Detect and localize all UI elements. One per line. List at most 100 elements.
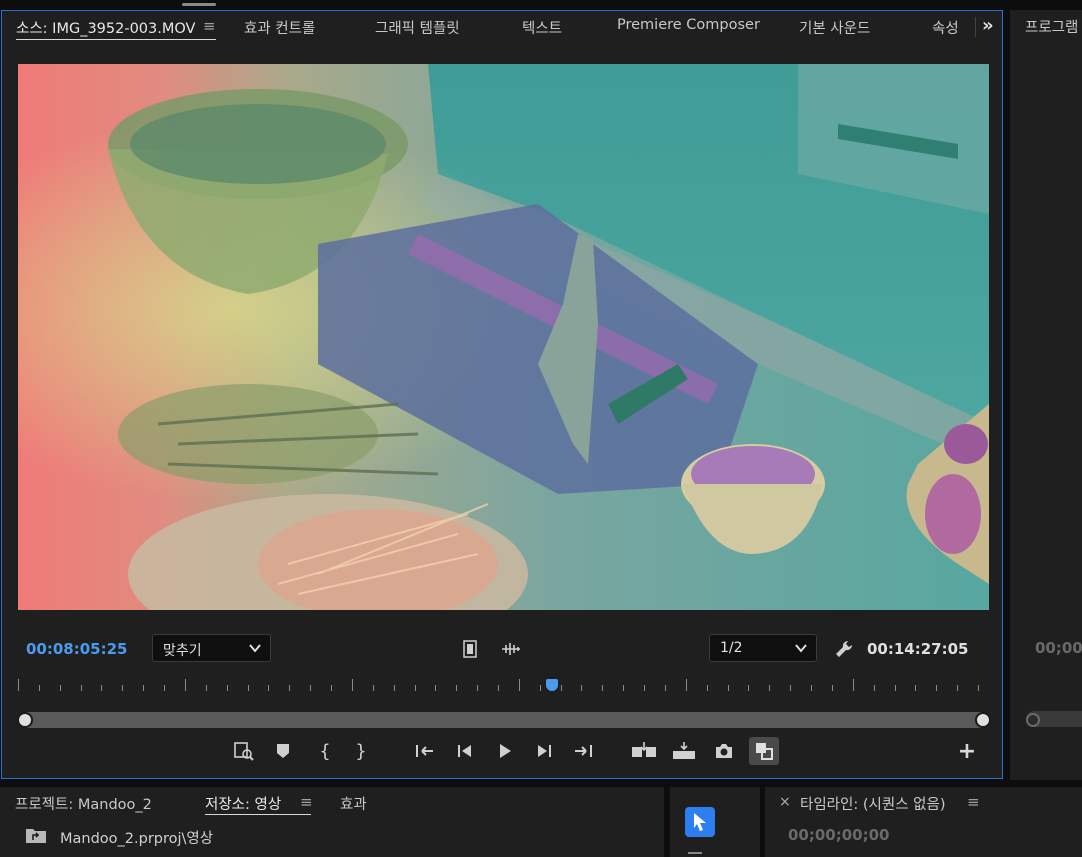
close-icon[interactable]: × <box>779 794 791 810</box>
add-marker-icon[interactable] <box>275 742 291 760</box>
step-forward-icon[interactable] <box>535 742 553 760</box>
tab-premiere-composer[interactable]: Premiere Composer <box>617 17 760 33</box>
ruler-tick <box>602 685 604 691</box>
insert-icon[interactable] <box>631 741 657 761</box>
zoom-scroll-bar[interactable] <box>18 712 988 728</box>
ruler-tick <box>664 685 666 691</box>
ruler-tick <box>164 685 166 691</box>
tool-indicator <box>688 852 702 854</box>
ruler-tick <box>143 685 145 691</box>
source-monitor-panel: 소스: IMG_3952-003.MOV ≡ 효과 컨트롤 그래픽 템플릿 텍스… <box>1 10 1003 779</box>
ruler-tick <box>59 685 61 691</box>
ruler-tick <box>372 685 374 691</box>
ruler-tick <box>101 685 103 691</box>
tab-effects[interactable]: 효과 <box>340 793 367 814</box>
mark-out-icon[interactable]: } <box>354 741 368 762</box>
zoom-select-value: 맞추기 <box>163 643 202 659</box>
ruler-tick <box>456 685 458 691</box>
zoom-handle-left[interactable] <box>17 712 33 728</box>
tab-properties[interactable]: 속성 <box>932 17 959 38</box>
ruler-tick <box>122 685 124 691</box>
button-editor-icon[interactable]: + <box>957 739 977 764</box>
video-frame-image <box>18 64 989 610</box>
ruler-tick <box>226 685 228 691</box>
playhead-marker[interactable] <box>545 679 558 691</box>
program-zoom-handle-left[interactable] <box>1026 713 1040 727</box>
panel-menu-icon[interactable]: ≡ <box>967 793 980 811</box>
tools-panel <box>670 787 760 857</box>
tab-project[interactable]: 프로젝트: Mandoo_2 <box>15 793 152 814</box>
ruler-tick <box>769 685 771 691</box>
resolution-select[interactable]: 1/2 <box>709 634 817 662</box>
audio-waveform-icon[interactable] <box>501 642 521 656</box>
tab-timeline[interactable]: 타임라인: (시퀀스 없음) <box>800 793 945 814</box>
panel-menu-icon[interactable]: ≡ <box>300 793 313 811</box>
current-timecode[interactable]: 00:08:05:25 <box>26 640 128 658</box>
ruler-tick <box>289 685 291 691</box>
ruler-tick <box>331 685 333 691</box>
panel-menu-icon[interactable]: ≡ <box>203 17 216 35</box>
duration-timecode: 00:14:27:05 <box>867 640 969 658</box>
program-timecode[interactable]: 00;00 <box>1035 639 1082 657</box>
overwrite-icon[interactable] <box>671 741 697 761</box>
panel-drag-handle[interactable] <box>182 3 216 6</box>
ruler-tick <box>477 685 479 691</box>
source-video-frame[interactable] <box>18 64 989 610</box>
tab-graphic-templates[interactable]: 그래픽 템플릿 <box>375 17 460 38</box>
ruler-tick <box>498 685 499 691</box>
ruler-tick <box>205 685 207 691</box>
ruler-tick <box>38 685 40 691</box>
ruler-tick <box>80 685 82 691</box>
tab-source[interactable]: 소스: IMG_3952-003.MOV <box>16 17 195 38</box>
tab-program[interactable]: 프로그램 <box>1025 16 1078 37</box>
ruler-tick <box>873 685 875 691</box>
ruler-tick <box>310 685 312 691</box>
double-chevron-right-icon[interactable]: » <box>982 15 994 36</box>
film-strip-icon[interactable] <box>462 640 478 658</box>
ruler-tick <box>560 685 562 691</box>
ruler-tick <box>685 679 687 691</box>
go-to-in-icon[interactable] <box>413 742 435 760</box>
timeline-panel: × 타임라인: (시퀀스 없음) ≡ 00;00;00;00 <box>765 787 1082 857</box>
zoom-handle-right[interactable] <box>975 712 991 728</box>
ruler-tick <box>393 685 395 691</box>
ruler-tick <box>414 685 416 691</box>
bin-path: Mandoo_2.prproj\영상 <box>60 831 214 847</box>
program-monitor-panel: 프로그램 00;00 <box>1010 10 1082 780</box>
ruler-tick <box>748 685 750 691</box>
time-ruler[interactable] <box>18 679 979 697</box>
go-to-out-icon[interactable] <box>573 742 595 760</box>
tab-effect-controls[interactable]: 효과 컨트롤 <box>244 17 315 38</box>
active-tab-underline <box>16 39 216 40</box>
tab-essential-sound[interactable]: 기본 사운드 <box>799 17 870 38</box>
mark-in-icon[interactable]: { <box>318 741 332 762</box>
ruler-tick <box>539 685 541 691</box>
active-tab-underline <box>205 814 311 815</box>
play-icon[interactable] <box>496 742 514 760</box>
ruler-tick <box>268 685 270 691</box>
ruler-tick <box>831 685 833 691</box>
chevron-down-icon <box>794 641 808 659</box>
ruler-tick <box>811 685 813 691</box>
toggle-proxies-icon[interactable] <box>749 737 779 765</box>
ruler-tick <box>957 685 959 691</box>
zoom-select[interactable]: 맞추기 <box>152 634 271 662</box>
tab-bin[interactable]: 저장소: 영상 <box>205 793 281 814</box>
tab-divider <box>975 17 976 37</box>
tab-text[interactable]: 텍스트 <box>522 17 562 38</box>
timeline-timecode[interactable]: 00;00;00;00 <box>788 826 890 844</box>
ruler-tick <box>184 679 186 691</box>
ruler-tick <box>435 685 437 691</box>
selection-tool-icon[interactable] <box>685 807 715 837</box>
project-panel: 프로젝트: Mandoo_2 저장소: 영상 ≡ 효과 Mandoo_2.prp… <box>0 787 664 857</box>
ruler-tick <box>644 685 646 691</box>
export-frame-icon[interactable] <box>714 742 734 760</box>
ruler-tick <box>915 685 917 691</box>
folder-up-icon[interactable] <box>25 826 47 844</box>
step-back-icon[interactable] <box>456 742 474 760</box>
view-preview-icon[interactable] <box>233 741 255 761</box>
ruler-tick <box>706 685 708 691</box>
wrench-icon[interactable] <box>834 639 854 659</box>
ruler-tick <box>18 679 19 691</box>
ruler-tick <box>790 685 792 691</box>
